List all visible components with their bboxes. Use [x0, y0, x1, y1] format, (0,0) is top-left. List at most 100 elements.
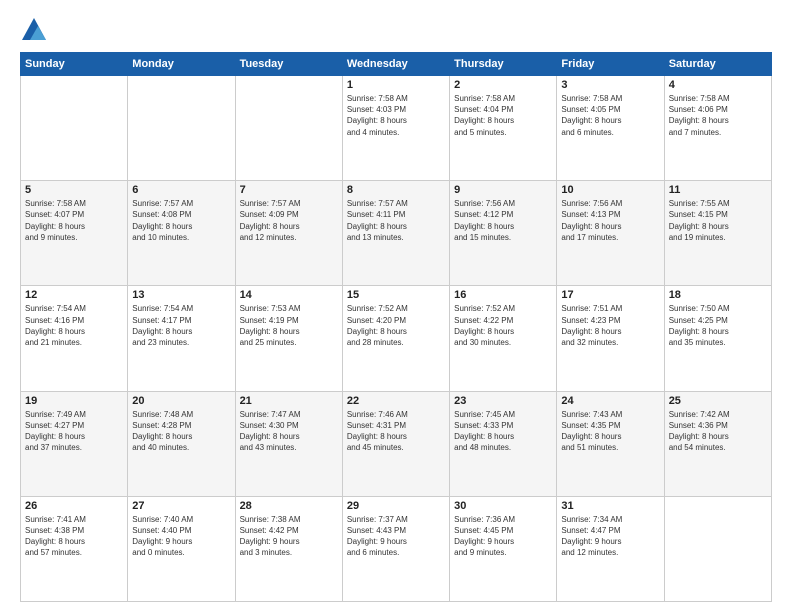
day-number: 4: [669, 79, 767, 91]
day-number: 14: [240, 289, 338, 301]
day-info: Sunrise: 7:57 AM Sunset: 4:08 PM Dayligh…: [132, 198, 230, 243]
day-info: Sunrise: 7:34 AM Sunset: 4:47 PM Dayligh…: [561, 514, 659, 559]
day-info: Sunrise: 7:52 AM Sunset: 4:20 PM Dayligh…: [347, 303, 445, 348]
calendar-cell: 12 Sunrise: 7:54 AM Sunset: 4:16 PM Dayli…: [21, 286, 128, 391]
calendar-week-row: 5 Sunrise: 7:58 AM Sunset: 4:07 PM Daylig…: [21, 181, 772, 286]
calendar-cell: 30Sunrise: 7:36 AM Sunset: 4:45 PM Dayli…: [450, 496, 557, 601]
day-info: Sunrise: 7:51 AM Sunset: 4:23 PM Dayligh…: [561, 303, 659, 348]
day-number: 11: [669, 184, 767, 196]
calendar-week-row: 19 Sunrise: 7:49 AM Sunset: 4:27 PM Dayli…: [21, 391, 772, 496]
day-number: 16: [454, 289, 552, 301]
header-day: Tuesday: [235, 53, 342, 76]
calendar-cell: 9 Sunrise: 7:56 AM Sunset: 4:12 PM Daylig…: [450, 181, 557, 286]
day-info: Sunrise: 7:57 AM Sunset: 4:09 PM Dayligh…: [240, 198, 338, 243]
calendar-cell: [664, 496, 771, 601]
day-number: 9: [454, 184, 552, 196]
day-info: Sunrise: 7:56 AM Sunset: 4:13 PM Dayligh…: [561, 198, 659, 243]
calendar-cell: 4Sunrise: 7:58 AM Sunset: 4:06 PM Daylig…: [664, 76, 771, 181]
calendar-cell: 17 Sunrise: 7:51 AM Sunset: 4:23 PM Dayli…: [557, 286, 664, 391]
calendar-cell: 31 Sunrise: 7:34 AM Sunset: 4:47 PM Dayli…: [557, 496, 664, 601]
header-day: Sunday: [21, 53, 128, 76]
calendar-week-row: 26Sunrise: 7:41 AM Sunset: 4:38 PM Dayli…: [21, 496, 772, 601]
calendar-cell: 24Sunrise: 7:43 AM Sunset: 4:35 PM Dayli…: [557, 391, 664, 496]
day-number: 18: [669, 289, 767, 301]
day-number: 23: [454, 395, 552, 407]
header-day: Monday: [128, 53, 235, 76]
day-info: Sunrise: 7:45 AM Sunset: 4:33 PM Dayligh…: [454, 409, 552, 454]
calendar-table: SundayMondayTuesdayWednesdayThursdayFrid…: [20, 52, 772, 602]
day-number: 3: [561, 79, 659, 91]
calendar-week-row: 1 Sunrise: 7:58 AM Sunset: 4:03 PM Daylig…: [21, 76, 772, 181]
day-info: Sunrise: 7:49 AM Sunset: 4:27 PM Dayligh…: [25, 409, 123, 454]
header-day: Friday: [557, 53, 664, 76]
calendar-cell: 18 Sunrise: 7:50 AM Sunset: 4:25 PM Dayli…: [664, 286, 771, 391]
day-number: 28: [240, 500, 338, 512]
day-number: 8: [347, 184, 445, 196]
header-day: Saturday: [664, 53, 771, 76]
day-number: 7: [240, 184, 338, 196]
header-day: Wednesday: [342, 53, 449, 76]
calendar-cell: 2 Sunrise: 7:58 AM Sunset: 4:04 PM Daylig…: [450, 76, 557, 181]
calendar-cell: 26Sunrise: 7:41 AM Sunset: 4:38 PM Dayli…: [21, 496, 128, 601]
calendar-cell: 1 Sunrise: 7:58 AM Sunset: 4:03 PM Daylig…: [342, 76, 449, 181]
day-number: 29: [347, 500, 445, 512]
day-info: Sunrise: 7:54 AM Sunset: 4:16 PM Dayligh…: [25, 303, 123, 348]
day-info: Sunrise: 7:52 AM Sunset: 4:22 PM Dayligh…: [454, 303, 552, 348]
day-number: 1: [347, 79, 445, 91]
day-info: Sunrise: 7:58 AM Sunset: 4:04 PM Dayligh…: [454, 93, 552, 138]
day-info: Sunrise: 7:41 AM Sunset: 4:38 PM Dayligh…: [25, 514, 123, 559]
calendar-cell: 29 Sunrise: 7:37 AM Sunset: 4:43 PM Dayli…: [342, 496, 449, 601]
day-number: 21: [240, 395, 338, 407]
day-number: 10: [561, 184, 659, 196]
calendar-cell: 10 Sunrise: 7:56 AM Sunset: 4:13 PM Dayli…: [557, 181, 664, 286]
day-number: 24: [561, 395, 659, 407]
calendar-cell: [128, 76, 235, 181]
day-number: 13: [132, 289, 230, 301]
day-info: Sunrise: 7:37 AM Sunset: 4:43 PM Dayligh…: [347, 514, 445, 559]
calendar-week-row: 12 Sunrise: 7:54 AM Sunset: 4:16 PM Dayli…: [21, 286, 772, 391]
calendar-cell: 7 Sunrise: 7:57 AM Sunset: 4:09 PM Daylig…: [235, 181, 342, 286]
day-info: Sunrise: 7:58 AM Sunset: 4:03 PM Dayligh…: [347, 93, 445, 138]
calendar-cell: 20 Sunrise: 7:48 AM Sunset: 4:28 PM Dayli…: [128, 391, 235, 496]
day-info: Sunrise: 7:58 AM Sunset: 4:07 PM Dayligh…: [25, 198, 123, 243]
day-info: Sunrise: 7:48 AM Sunset: 4:28 PM Dayligh…: [132, 409, 230, 454]
header-row: SundayMondayTuesdayWednesdayThursdayFrid…: [21, 53, 772, 76]
day-info: Sunrise: 7:54 AM Sunset: 4:17 PM Dayligh…: [132, 303, 230, 348]
day-number: 20: [132, 395, 230, 407]
calendar-cell: [21, 76, 128, 181]
logo: [20, 16, 52, 44]
day-info: Sunrise: 7:46 AM Sunset: 4:31 PM Dayligh…: [347, 409, 445, 454]
calendar-cell: 16 Sunrise: 7:52 AM Sunset: 4:22 PM Dayli…: [450, 286, 557, 391]
calendar-cell: 5 Sunrise: 7:58 AM Sunset: 4:07 PM Daylig…: [21, 181, 128, 286]
calendar-cell: 21 Sunrise: 7:47 AM Sunset: 4:30 PM Dayli…: [235, 391, 342, 496]
day-info: Sunrise: 7:55 AM Sunset: 4:15 PM Dayligh…: [669, 198, 767, 243]
day-number: 31: [561, 500, 659, 512]
day-number: 15: [347, 289, 445, 301]
day-number: 17: [561, 289, 659, 301]
calendar-cell: 11 Sunrise: 7:55 AM Sunset: 4:15 PM Dayli…: [664, 181, 771, 286]
day-number: 22: [347, 395, 445, 407]
calendar-cell: 6Sunrise: 7:57 AM Sunset: 4:08 PM Daylig…: [128, 181, 235, 286]
day-info: Sunrise: 7:57 AM Sunset: 4:11 PM Dayligh…: [347, 198, 445, 243]
calendar-cell: 23 Sunrise: 7:45 AM Sunset: 4:33 PM Dayli…: [450, 391, 557, 496]
day-info: Sunrise: 7:53 AM Sunset: 4:19 PM Dayligh…: [240, 303, 338, 348]
day-info: Sunrise: 7:50 AM Sunset: 4:25 PM Dayligh…: [669, 303, 767, 348]
day-info: Sunrise: 7:56 AM Sunset: 4:12 PM Dayligh…: [454, 198, 552, 243]
day-info: Sunrise: 7:58 AM Sunset: 4:05 PM Dayligh…: [561, 93, 659, 138]
day-number: 2: [454, 79, 552, 91]
day-number: 5: [25, 184, 123, 196]
header: [20, 16, 772, 44]
day-info: Sunrise: 7:42 AM Sunset: 4:36 PM Dayligh…: [669, 409, 767, 454]
header-day: Thursday: [450, 53, 557, 76]
calendar-cell: 14 Sunrise: 7:53 AM Sunset: 4:19 PM Dayli…: [235, 286, 342, 391]
calendar-cell: [235, 76, 342, 181]
day-number: 19: [25, 395, 123, 407]
day-info: Sunrise: 7:47 AM Sunset: 4:30 PM Dayligh…: [240, 409, 338, 454]
calendar-cell: 28Sunrise: 7:38 AM Sunset: 4:42 PM Dayli…: [235, 496, 342, 601]
day-number: 27: [132, 500, 230, 512]
calendar-cell: 3 Sunrise: 7:58 AM Sunset: 4:05 PM Daylig…: [557, 76, 664, 181]
day-number: 12: [25, 289, 123, 301]
day-info: Sunrise: 7:40 AM Sunset: 4:40 PM Dayligh…: [132, 514, 230, 559]
calendar-cell: 8 Sunrise: 7:57 AM Sunset: 4:11 PM Daylig…: [342, 181, 449, 286]
day-number: 25: [669, 395, 767, 407]
